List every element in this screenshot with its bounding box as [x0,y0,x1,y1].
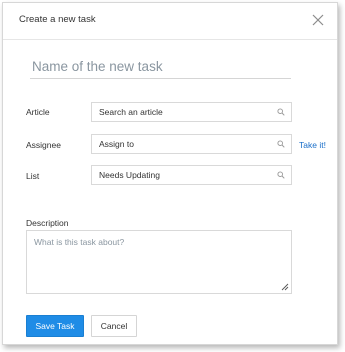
description-textarea[interactable] [27,231,291,293]
article-label: Article [26,107,50,117]
assignee-field[interactable] [91,134,292,154]
take-it-link[interactable]: Take it! [299,140,326,150]
search-icon [277,171,285,179]
assignee-label: Assignee [26,140,61,150]
description-label: Description [26,218,69,228]
dialog-title: Create a new task [19,14,96,25]
search-icon [277,108,285,116]
article-field[interactable] [91,102,292,122]
description-field[interactable] [26,230,292,294]
cancel-button[interactable]: Cancel [91,315,137,337]
assignee-search-input[interactable] [92,135,272,153]
search-icon [277,140,285,148]
task-name-input[interactable] [30,55,291,79]
resize-handle-icon[interactable] [281,283,289,291]
close-icon[interactable] [311,13,325,27]
dialog-header: Create a new task [3,3,337,40]
list-field[interactable] [91,165,292,185]
list-label: List [26,171,40,181]
article-search-input[interactable] [92,103,272,121]
save-task-button[interactable]: Save Task [26,315,84,337]
list-select-input[interactable] [92,166,272,184]
